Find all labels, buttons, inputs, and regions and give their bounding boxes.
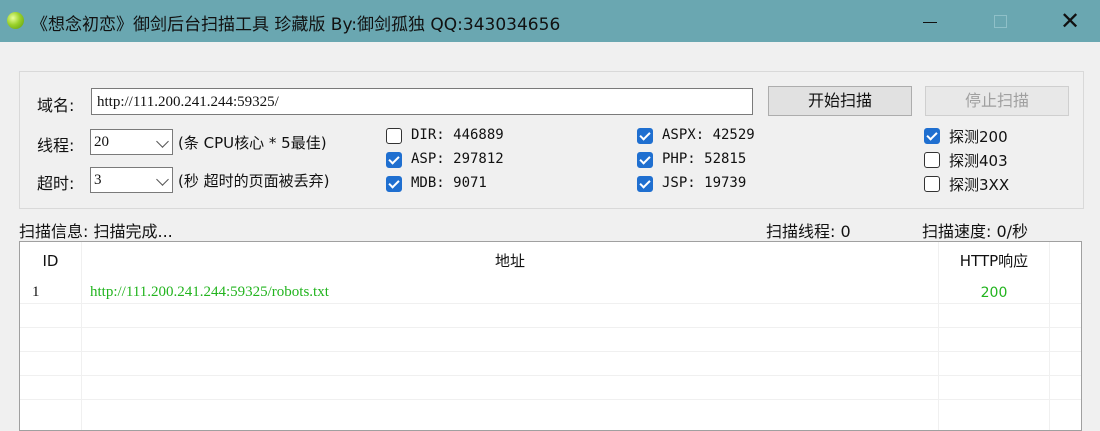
column-header-id[interactable]: ID: [20, 242, 81, 280]
detect-403-label: 探测403: [949, 152, 1008, 170]
chevron-down-icon: [156, 173, 169, 186]
app-icon: [7, 12, 24, 29]
stop-scan-button[interactable]: 停止扫描: [925, 86, 1069, 116]
row-divider: [20, 303, 1081, 304]
dir-checkbox-label: DIR: 446889: [411, 127, 504, 143]
minimize-button[interactable]: [908, 0, 952, 42]
aspx-checkbox[interactable]: [637, 128, 653, 144]
aspx-checkbox-label: ASPX: 42529: [662, 127, 755, 143]
threads-select[interactable]: 20: [90, 129, 173, 155]
scan-threads: 扫描线程: 0: [766, 222, 851, 241]
window-title: 《想念初恋》御剑后台扫描工具 珍藏版 By:御剑孤独 QQ:343034656: [31, 15, 561, 35]
table-row[interactable]: 1 http://111.200.241.244:59325/robots.tx…: [20, 283, 1049, 303]
row-url: http://111.200.241.244:59325/robots.txt: [90, 284, 329, 300]
chevron-down-icon: [156, 135, 169, 148]
column-divider: [81, 242, 82, 430]
threads-hint: (条 CPU核心 * 5最佳): [178, 134, 327, 152]
timeout-hint: (秒 超时的页面被丢弃): [178, 172, 330, 190]
scan-info: 扫描信息: 扫描完成...: [19, 222, 173, 241]
timeout-value: 3: [94, 172, 102, 188]
maximize-button[interactable]: [978, 0, 1022, 42]
close-icon: ✕: [1059, 7, 1081, 35]
asp-checkbox[interactable]: [386, 152, 402, 168]
php-checkbox[interactable]: [637, 152, 653, 168]
column-header-http[interactable]: HTTP响应: [939, 242, 1049, 280]
detect-403-checkbox[interactable]: [924, 152, 940, 168]
column-divider: [938, 242, 939, 430]
detect-3xx-label: 探测3XX: [949, 176, 1010, 194]
timeout-select[interactable]: 3: [90, 167, 173, 193]
mdb-checkbox-label: MDB: 9071: [411, 175, 487, 191]
detect-200-checkbox[interactable]: [924, 128, 940, 144]
threads-label: 线程:: [37, 136, 75, 155]
row-http-code: 200: [980, 285, 1008, 301]
jsp-checkbox-label: JSP: 19739: [662, 175, 747, 191]
results-table[interactable]: ID 地址 HTTP响应 1 http://111.200.241.244:59…: [19, 241, 1082, 431]
minimize-icon: [923, 21, 937, 23]
domain-label: 域名:: [37, 96, 75, 115]
mdb-checkbox[interactable]: [386, 176, 402, 192]
title-bar: 《想念初恋》御剑后台扫描工具 珍藏版 By:御剑孤独 QQ:343034656 …: [0, 0, 1100, 42]
maximize-icon: [993, 14, 1007, 28]
row-id: 1: [32, 284, 40, 300]
start-scan-button[interactable]: 开始扫描: [768, 86, 912, 116]
timeout-label: 超时:: [37, 174, 75, 193]
detect-3xx-checkbox[interactable]: [924, 176, 940, 192]
detect-200-label: 探测200: [949, 128, 1008, 146]
row-divider: [20, 375, 1081, 376]
php-checkbox-label: PHP: 52815: [662, 151, 747, 167]
dir-checkbox[interactable]: [386, 128, 402, 144]
jsp-checkbox[interactable]: [637, 176, 653, 192]
threads-value: 20: [94, 134, 109, 150]
row-divider: [20, 351, 1081, 352]
column-divider: [1049, 242, 1050, 430]
close-button[interactable]: ✕: [1048, 0, 1092, 42]
scan-speed: 扫描速度: 0/秒: [922, 222, 1029, 241]
domain-input[interactable]: http://111.200.241.244:59325/: [91, 88, 753, 115]
asp-checkbox-label: ASP: 297812: [411, 151, 504, 167]
row-divider: [20, 399, 1081, 400]
row-divider: [20, 327, 1081, 328]
column-header-address[interactable]: 地址: [82, 242, 938, 280]
